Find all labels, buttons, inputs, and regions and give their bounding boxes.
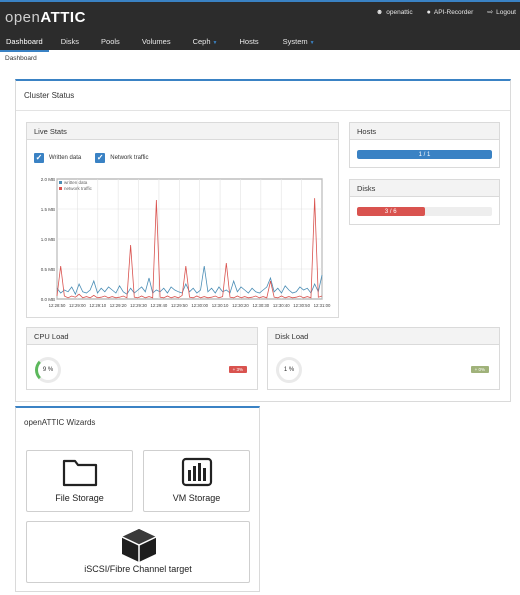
nav-hosts[interactable]: Hosts	[233, 32, 264, 52]
written-data-label: Written data	[49, 155, 82, 161]
api-recorder-button[interactable]: ● API-Recorder	[427, 8, 474, 16]
cpu-load-gauge: 9 %	[35, 357, 61, 383]
check-icon: ✓	[95, 153, 106, 163]
disks-widget: Disks 3 / 6	[349, 179, 500, 225]
x-tick-label: 12:29:00	[69, 303, 86, 308]
nav-volumes-label: Volumes	[141, 37, 171, 46]
disks-progress: 3 / 6	[357, 207, 492, 216]
series-toggles: ✓ Written data ✓ Network traffic	[34, 153, 148, 163]
disk-load-widget: Disk Load 1 % + 0%	[267, 327, 500, 390]
live-stats-title: Live Stats	[27, 123, 338, 140]
folder-icon	[62, 459, 98, 487]
nav-hosts-label: Hosts	[239, 37, 259, 46]
logout-icon: ⇨	[487, 9, 494, 16]
wizards-panel: openATTIC Wizards File Storage VM Storag…	[15, 406, 260, 592]
nav-pools-label: Pools	[101, 37, 120, 46]
y-tick-label: 0.0 MB	[41, 297, 55, 302]
iscsi-fc-wizard[interactable]: iSCSI/Fibre Channel target	[26, 521, 250, 583]
live-stats-widget: Live Stats ✓ Written data ✓ Network traf…	[26, 122, 339, 318]
x-tick-label: 12:29:50	[171, 303, 188, 308]
nav-disks-label: Disks	[60, 37, 80, 46]
x-tick-label: 12:30:40	[273, 303, 290, 308]
x-tick-label: 12:30:50	[293, 303, 310, 308]
wizards-title: openATTIC Wizards	[16, 408, 259, 438]
user-icon: ☻	[375, 8, 384, 16]
disks-title: Disks	[350, 180, 499, 197]
nav-pools[interactable]: Pools	[95, 32, 126, 52]
main-nav: Dashboard Disks Pools Volumes Ceph ▼ Host…	[0, 32, 321, 52]
nav-ceph[interactable]: Ceph ▼	[187, 32, 224, 52]
disks-progress-fill: 3 / 6	[357, 207, 425, 216]
file-storage-wizard[interactable]: File Storage	[26, 450, 133, 512]
legend-label: network traffic	[64, 186, 93, 191]
record-icon: ●	[426, 8, 431, 16]
hosts-progress: 1 / 1	[357, 150, 492, 159]
logout-button[interactable]: ⇨ Logout	[487, 8, 516, 17]
chevron-down-icon: ▼	[212, 40, 218, 46]
x-tick-label: 12:30:10	[212, 303, 229, 308]
file-storage-label: File Storage	[55, 493, 104, 503]
nav-ceph-label: Ceph	[192, 37, 211, 46]
check-icon: ✓	[34, 153, 44, 163]
y-tick-label: 1.0 MB	[41, 237, 55, 242]
y-tick-label: 0.5 MB	[41, 267, 55, 272]
x-tick-label: 12:29:10	[89, 303, 106, 308]
legend-label: written data	[64, 180, 88, 185]
cpu-load-value: 9 %	[42, 367, 54, 373]
x-tick-label: 12:30:30	[252, 303, 269, 308]
x-tick-label: 12:29:20	[110, 303, 127, 308]
cube-icon	[121, 529, 157, 562]
nav-disks[interactable]: Disks	[55, 32, 85, 52]
user-label: openattic	[386, 8, 413, 16]
user-menu[interactable]: ☻ openattic	[376, 8, 413, 16]
chevron-down-icon: ▼	[309, 40, 315, 46]
hosts-widget: Hosts 1 / 1	[349, 122, 500, 168]
x-tick-label: 12:29:30	[130, 303, 147, 308]
written-data-checkbox[interactable]: ✓ Written data	[34, 153, 81, 163]
network-traffic-checkbox[interactable]: ✓ Network traffic	[95, 153, 148, 163]
network-traffic-label: Network traffic	[110, 155, 149, 161]
cpu-load-widget: CPU Load 9 % + 3%	[26, 327, 258, 390]
x-tick-label: 12:29:40	[151, 303, 168, 308]
top-bar: openATTIC ☻ openattic ● API-Recorder ⇨ L…	[0, 0, 520, 52]
nav-volumes[interactable]: Volumes	[136, 32, 177, 52]
app-logo[interactable]: openATTIC	[5, 9, 86, 26]
disk-load-gauge: 1 %	[276, 357, 302, 383]
nav-dashboard-label: Dashboard	[6, 37, 43, 46]
x-tick-label: 12:30:00	[191, 303, 208, 308]
cluster-status-panel: Cluster Status Live Stats ✓ Written data…	[15, 79, 511, 402]
disk-load-value: 1 %	[283, 367, 295, 373]
vm-storage-label: VM Storage	[172, 493, 221, 503]
hosts-progress-fill: 1 / 1	[357, 150, 492, 159]
x-tick-label: 12:30:20	[232, 303, 249, 308]
y-tick-label: 2.0 MB	[41, 177, 55, 182]
legend-swatch	[59, 187, 62, 190]
hosts-title: Hosts	[350, 123, 499, 140]
logo-prefix: open	[5, 9, 41, 26]
nav-dashboard[interactable]: Dashboard	[0, 32, 49, 52]
y-tick-label: 1.5 MB	[41, 207, 55, 212]
api-recorder-label: API-Recorder	[433, 8, 474, 16]
logo-brand: ATTIC	[40, 9, 86, 26]
disk-load-trend-badge: + 0%	[470, 366, 489, 373]
cpu-load-title: CPU Load	[27, 328, 257, 345]
x-tick-label: 12:28:50	[49, 303, 66, 308]
iscsi-fc-label: iSCSI/Fibre Channel target	[84, 564, 192, 574]
top-right-menu: ☻ openattic ● API-Recorder ⇨ Logout	[376, 8, 516, 17]
bar-chart-icon	[181, 457, 213, 487]
cpu-load-trend-badge: + 3%	[228, 366, 247, 373]
x-tick-label: 12:31:00	[314, 303, 331, 308]
nav-system[interactable]: System ▼	[277, 32, 321, 52]
breadcrumb: Dashboard	[5, 55, 37, 62]
vm-storage-wizard[interactable]: VM Storage	[143, 450, 250, 512]
nav-system-label: System	[282, 37, 308, 46]
logout-label: Logout	[496, 8, 516, 16]
live-stats-chart: 0.0 MB0.5 MB1.0 MB1.5 MB2.0 MB12:28:50 12…	[41, 177, 331, 308]
cluster-status-title: Cluster Status	[16, 81, 510, 111]
disk-load-title: Disk Load	[268, 328, 499, 345]
legend-swatch	[59, 181, 62, 184]
